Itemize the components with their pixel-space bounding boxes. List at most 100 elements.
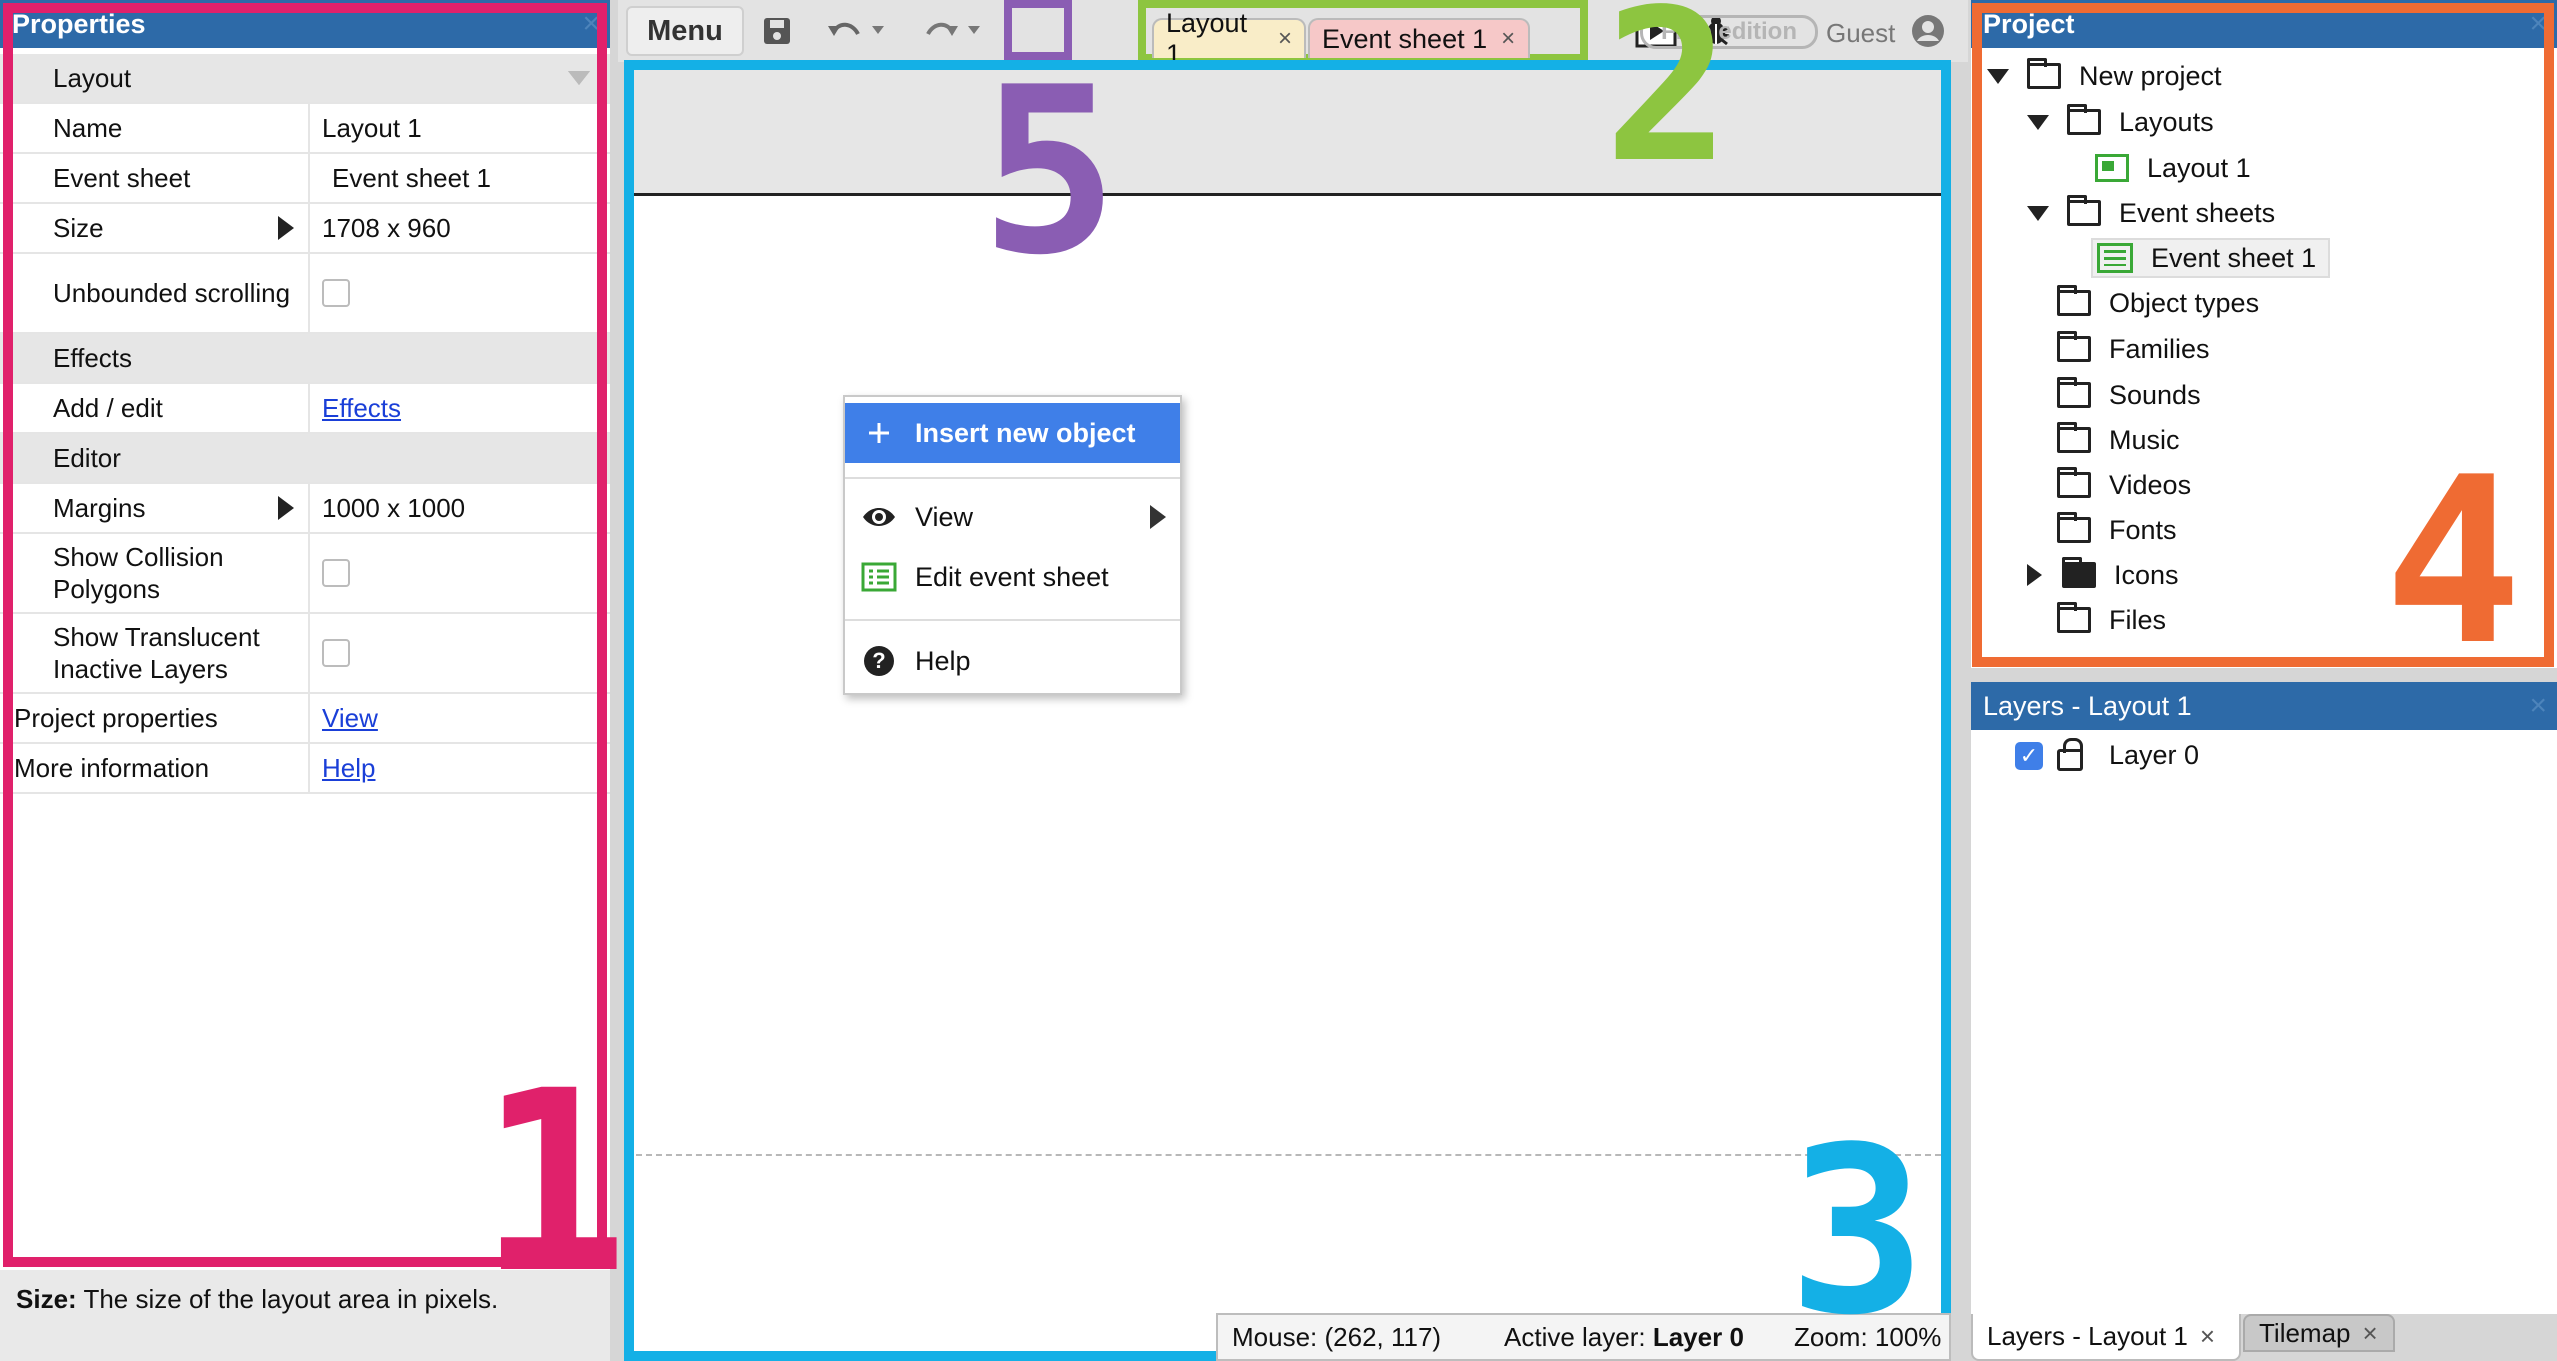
section-effects[interactable]: Effects [0,71,610,384]
unbounded-scrolling-checkbox[interactable] [322,279,350,307]
tab-layout-1[interactable]: Layout 1 × [1152,8,1306,69]
layers-close-icon[interactable]: × [2529,682,2547,730]
tree-item-sounds[interactable]: Sounds [2057,375,2201,415]
section-editor[interactable]: Editor [0,71,610,484]
folder-icon [2057,467,2091,498]
project-header: Project × [1971,0,2557,48]
property-collision-label: Show Collision Polygons [0,534,310,612]
property-margins-value[interactable]: 1000 x 1000 [310,484,610,532]
tree-item-layout-1[interactable]: Layout 1 [2095,148,2251,188]
tab-close-icon[interactable]: × [1501,25,1515,53]
tree-item-label: Fonts [2109,514,2177,545]
plus-icon [869,423,889,443]
tree-item-layouts[interactable]: Layouts [2027,102,2214,142]
property-margins-label: Margins [53,492,146,523]
property-unbounded: Unbounded scrolling [0,254,610,334]
tab-tilemap[interactable]: Tilemap × [2243,1314,2395,1352]
collapse-icon[interactable] [568,71,590,85]
tab-event-sheet-1[interactable]: Event sheet 1 × [1308,18,1530,58]
event-sheet-select-value: Event sheet 1 [332,162,491,193]
event-sheet-icon [861,562,897,592]
annotation-number-2: 2 [1604,0,1731,209]
tab-layers[interactable]: Layers - Layout 1 × [1971,1314,2241,1361]
expand-icon[interactable] [278,496,294,520]
properties-grid: Layout Name Layout 1 Event sheet Event s… [0,54,610,794]
status-mouse: Mouse: (262, 117) [1232,1321,1442,1352]
view-item[interactable]: View [845,487,1180,547]
tree-item-fonts[interactable]: Fonts [2057,510,2177,550]
tree-item-label: Layouts [2119,106,2214,137]
svg-text:?: ? [872,648,885,673]
expand-icon[interactable] [278,216,294,240]
tab-layout-1-label: Layout 1 [1166,8,1248,69]
show-translucent-checkbox[interactable] [322,639,350,667]
properties-header: Properties × [0,0,610,48]
tree-item-music[interactable]: Music [2057,420,2180,460]
annotation-number-1: 1 [478,1037,629,1328]
user-avatar-icon [1911,15,1944,47]
event-sheet-select[interactable]: Event sheet 1 ▲ ▼ [310,154,610,202]
expand-arrow-icon[interactable] [2027,205,2049,221]
property-more-information-label: More information [0,744,310,792]
undo-dropdown-icon[interactable] [868,6,888,56]
property-name-value[interactable]: Layout 1 [310,104,610,152]
folder-icon [2057,602,2091,633]
property-more-information: More information Help [0,744,610,794]
view-link[interactable]: View [322,703,378,734]
view-label: View [915,501,974,532]
section-layout[interactable]: Layout [0,54,610,104]
undo-icon[interactable] [826,6,866,56]
help-link[interactable]: Help [322,753,375,784]
layer-row[interactable]: ✓ Layer 0 [2015,737,2199,771]
unlock-icon[interactable] [2057,737,2083,771]
tab-close-icon[interactable]: × [2363,1318,2378,1349]
layout-view[interactable] [626,62,1951,1361]
redo-icon[interactable] [920,6,960,56]
show-collision-checkbox[interactable] [322,559,350,587]
folder-icon [2062,557,2096,588]
menu-button[interactable]: Menu [626,6,744,56]
layer-visible-checkbox[interactable]: ✓ [2015,741,2043,770]
tree-item-families[interactable]: Families [2057,329,2210,369]
tree-item-new-project[interactable]: New project [1987,56,2222,96]
help-term: Size: [16,1284,77,1314]
tab-close-icon[interactable]: × [1278,25,1292,53]
effects-link[interactable]: Effects [322,393,401,424]
tab-layers-label: Layers - Layout 1 [1987,1321,2188,1351]
context-menu: Insert new object View Edit event sheet … [843,395,1182,695]
property-project-properties-label: Project properties [0,694,310,742]
layers-title: Layers - Layout 1 [1983,691,2192,721]
edit-event-sheet-item[interactable]: Edit event sheet [845,547,1180,607]
folder-icon [2057,512,2091,543]
tab-close-icon[interactable]: × [2200,1321,2215,1352]
expand-arrow-icon[interactable] [2027,564,2042,586]
help-item[interactable]: ? Help [845,631,1180,691]
property-size-value[interactable]: 1708 x 960 [310,204,610,252]
properties-close-icon[interactable]: × [582,0,600,48]
tree-item-object-types[interactable]: Object types [2057,283,2259,323]
submenu-arrow-icon [1150,505,1166,529]
project-close-icon[interactable]: × [2529,0,2547,48]
expand-arrow-icon[interactable] [2027,114,2049,130]
expand-arrow-icon[interactable] [1987,68,2009,84]
user-account[interactable]: Guest [1826,14,1945,49]
event-sheet-icon [2097,243,2133,273]
folder-icon [2067,104,2101,135]
status-active-layer: Active layer: Layer 0 [1504,1321,1744,1352]
edit-event-sheet-label: Edit event sheet [915,561,1109,592]
tree-item-icons[interactable]: Icons [2023,555,2179,595]
tree-item-videos[interactable]: Videos [2057,465,2191,505]
select-arrows-icon: ▲ ▼ [594,164,610,193]
layers-panel: Layers - Layout 1 × ✓ Layer 0 [1971,682,2557,1314]
tree-item-files[interactable]: Files [2057,600,2166,640]
insert-new-object-item[interactable]: Insert new object [845,403,1180,463]
tree-item-event-sheet-1[interactable]: Event sheet 1 [2091,238,2331,278]
property-project-properties: Project properties View [0,694,610,744]
section-editor-label: Editor [53,442,121,473]
user-name: Guest [1826,18,1896,48]
save-icon[interactable] [752,6,802,56]
help-icon: ? [864,646,894,676]
tree-item-label: New project [2079,60,2222,91]
property-collision: Show Collision Polygons [0,534,610,614]
tree-item-event-sheets[interactable]: Event sheets [2027,193,2275,233]
